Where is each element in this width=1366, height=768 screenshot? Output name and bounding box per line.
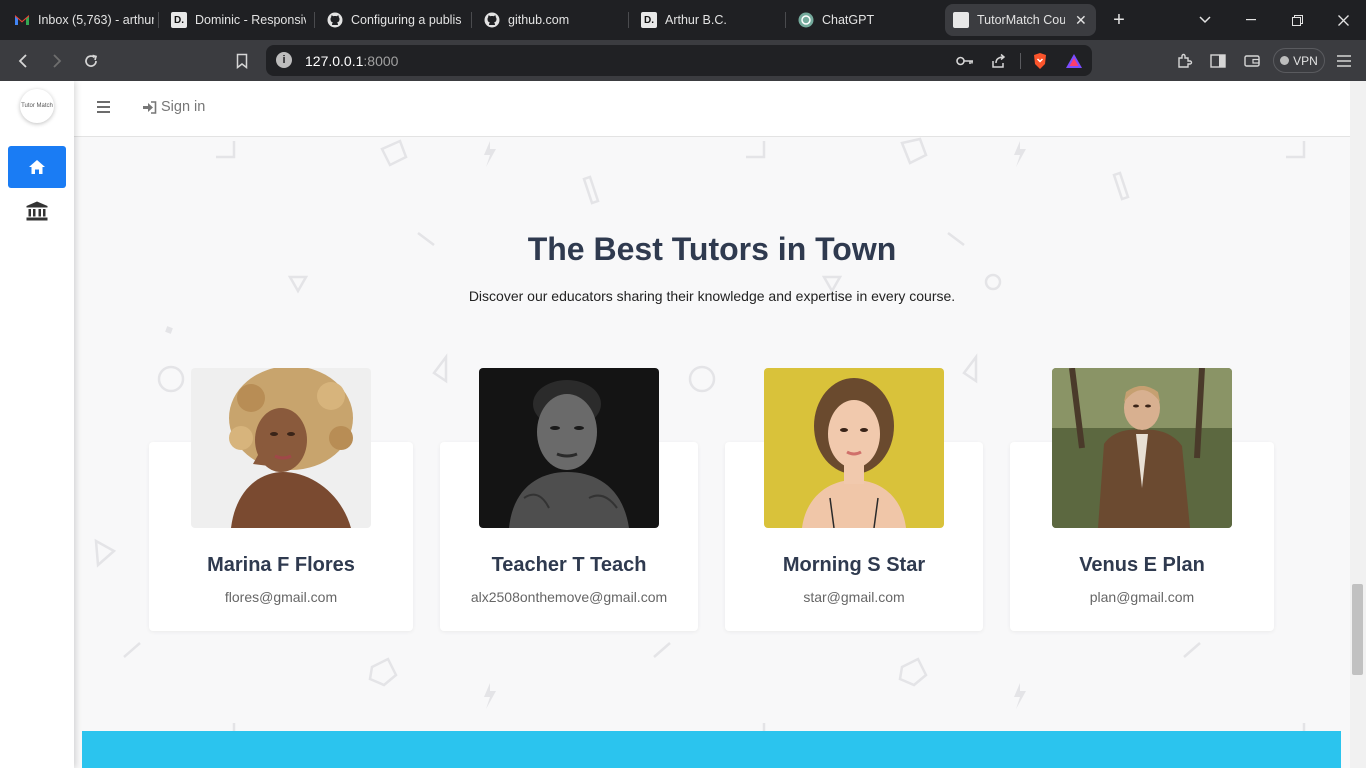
tab-title: Arthur B.C. bbox=[665, 13, 727, 27]
tab-title: Dominic - Responsive bbox=[195, 13, 306, 27]
extensions-icon[interactable] bbox=[1172, 48, 1198, 74]
menu-icon[interactable] bbox=[1331, 48, 1357, 74]
back-icon[interactable] bbox=[10, 48, 36, 74]
browser-toolbar: i 127.0.0.1:8000 VPN bbox=[0, 40, 1366, 81]
section-title: The Best Tutors in Town bbox=[527, 231, 897, 267]
woman-brown-jacket-outdoors-photo bbox=[1052, 368, 1232, 528]
minimize-icon[interactable] bbox=[1239, 8, 1263, 32]
url-text: 127.0.0.1:8000 bbox=[305, 53, 399, 69]
tutor-name: Teacher T Teach bbox=[491, 554, 647, 576]
tab-dominic[interactable]: D. Dominic - Responsive bbox=[171, 4, 306, 36]
bookmark-icon[interactable] bbox=[229, 48, 255, 74]
sign-in-link[interactable]: Sign in bbox=[142, 99, 205, 115]
tab-configuring[interactable]: Configuring a publish bbox=[327, 4, 462, 36]
tab-title: Inbox (5,763) - arthur bbox=[38, 13, 154, 27]
sidebar-item-institution[interactable] bbox=[26, 200, 48, 222]
woman-yellow-background-photo bbox=[764, 368, 944, 528]
tutor-name: Venus E Plan bbox=[1079, 554, 1205, 576]
github-icon bbox=[484, 12, 500, 28]
tab-chatgpt[interactable]: ChatGPT bbox=[798, 4, 933, 36]
tab-github[interactable]: github.com bbox=[484, 4, 619, 36]
brave-shield-icon[interactable] bbox=[1030, 51, 1050, 71]
tutor-name: Marina F Flores bbox=[207, 554, 355, 576]
address-bar[interactable]: i 127.0.0.1:8000 bbox=[266, 45, 1092, 76]
chatgpt-icon bbox=[798, 12, 814, 28]
page-icon bbox=[953, 12, 969, 28]
sidebar-item-home[interactable] bbox=[8, 146, 66, 188]
key-icon[interactable] bbox=[955, 51, 975, 71]
tutor-email: flores@gmail.com bbox=[224, 589, 338, 605]
site-info-icon[interactable]: i bbox=[276, 52, 292, 68]
d-letter-icon: D. bbox=[171, 12, 187, 28]
tutormatch-logo[interactable]: Tutor Match bbox=[20, 89, 54, 123]
tab-tutormatch[interactable]: TutorMatch Cou ✕ bbox=[945, 4, 1096, 36]
reload-icon[interactable] bbox=[78, 48, 104, 74]
home-icon bbox=[29, 160, 45, 174]
woman-curly-blonde-hair-photo bbox=[191, 368, 371, 528]
browser-tab-bar: Inbox (5,763) - arthur D. Dominic - Resp… bbox=[0, 0, 1366, 40]
gmail-icon bbox=[14, 12, 30, 28]
page-scrollbar[interactable] bbox=[1350, 81, 1366, 768]
share-icon[interactable] bbox=[988, 51, 1008, 71]
man-black-and-white-portrait-photo bbox=[479, 368, 659, 528]
forward-icon[interactable] bbox=[44, 48, 70, 74]
tutor-name: Morning S Star bbox=[782, 554, 926, 576]
top-navbar: Sign in bbox=[74, 81, 1350, 137]
sign-in-label: Sign in bbox=[161, 99, 206, 115]
tutor-email: plan@gmail.com bbox=[1089, 589, 1195, 605]
vpn-label: VPN bbox=[1293, 53, 1318, 68]
section-subtitle: Discover our educators sharing their kno… bbox=[468, 288, 956, 304]
wallet-icon[interactable] bbox=[1239, 48, 1265, 74]
vpn-status-icon bbox=[1280, 56, 1290, 65]
tab-title: Configuring a publish bbox=[351, 13, 462, 27]
cta-band bbox=[82, 731, 1341, 768]
new-tab-button[interactable]: + bbox=[1107, 8, 1131, 32]
tab-title: TutorMatch Cou bbox=[977, 13, 1065, 27]
vpn-button[interactable]: VPN bbox=[1273, 48, 1325, 73]
close-tab-icon[interactable]: ✕ bbox=[1075, 12, 1087, 29]
scrollbar-thumb[interactable] bbox=[1352, 584, 1363, 675]
d-letter-icon: D. bbox=[641, 12, 657, 28]
sidebar-toggle-icon[interactable] bbox=[1205, 48, 1231, 74]
page-viewport: Tutor Match Sign in The Best Tutors in T… bbox=[0, 81, 1350, 768]
tab-title: ChatGPT bbox=[822, 13, 875, 27]
app-sidebar: Tutor Match bbox=[0, 81, 74, 768]
tab-arthur[interactable]: D. Arthur B.C. bbox=[641, 4, 776, 36]
tab-gmail[interactable]: Inbox (5,763) - arthur bbox=[14, 4, 154, 36]
tutor-email: star@gmail.com bbox=[803, 589, 905, 605]
hamburger-menu-icon[interactable] bbox=[97, 101, 110, 113]
brave-rewards-icon[interactable] bbox=[1064, 51, 1084, 71]
tutor-email: alx2508onthemove@gmail.com bbox=[470, 589, 668, 605]
institution-icon bbox=[26, 201, 48, 221]
close-window-icon[interactable] bbox=[1331, 8, 1355, 32]
github-icon bbox=[327, 12, 343, 28]
tab-search-chevron-icon[interactable] bbox=[1193, 8, 1217, 32]
restore-icon[interactable] bbox=[1285, 8, 1309, 32]
sign-in-icon bbox=[143, 100, 157, 114]
tab-title: github.com bbox=[508, 13, 570, 27]
